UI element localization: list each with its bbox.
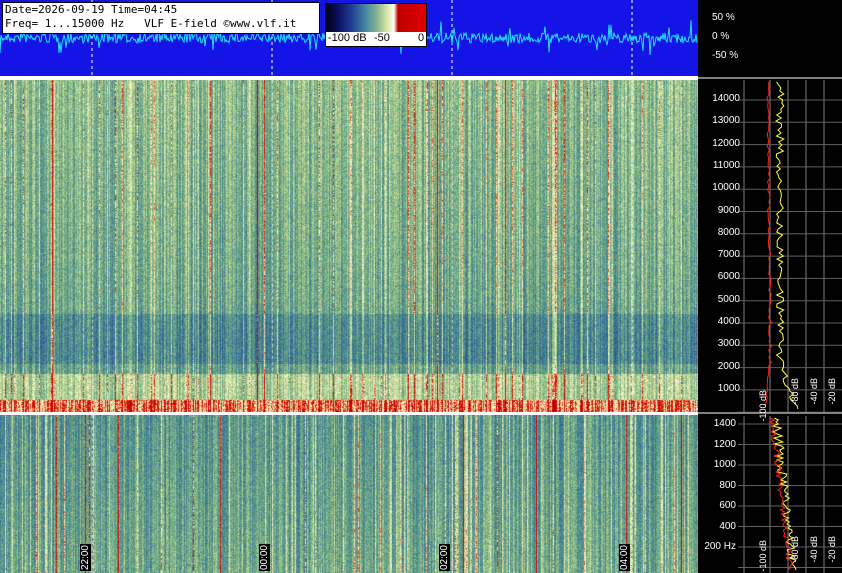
freq-tick-label: 8000 xyxy=(717,226,740,238)
db-label: -20 dB xyxy=(827,536,837,563)
freq-tick-label: 2000 xyxy=(717,360,740,372)
time-mark: 22:00 xyxy=(80,544,91,572)
time-mark: 00:00 xyxy=(259,544,270,572)
date-time-text: Date=2026-09-19 Time=04:45 xyxy=(5,3,178,16)
freq-tick-label: 1400 xyxy=(713,418,736,429)
db-label: -100 dB xyxy=(758,540,768,572)
db-label: -80 dB xyxy=(790,378,800,405)
freq-tick-label: 4000 xyxy=(717,316,740,327)
db-label: -20 dB xyxy=(827,378,837,405)
waveform-scale-50: 50 % xyxy=(712,12,735,23)
colorbar-legend: -100 dB -50 0 xyxy=(325,3,427,47)
freq-tick-label: 9000 xyxy=(717,204,740,216)
freq-tick-label: 12000 xyxy=(712,137,740,149)
db-label: -80 dB xyxy=(790,536,800,563)
db-label: -100 dB xyxy=(758,390,768,422)
time-mark: 04:00 xyxy=(619,544,630,572)
db-label: -40 dB xyxy=(809,378,819,405)
freq-tick-label: 400 xyxy=(719,520,736,532)
freq-tick-label: 1200 xyxy=(713,438,736,450)
spectrogram-full-band xyxy=(0,80,698,413)
freq-tick-label: 200 Hz xyxy=(704,541,736,552)
waveform-scale-minus50: -50 % xyxy=(712,50,739,61)
spectrogram-low-band xyxy=(0,415,698,573)
freq-tick-label: 6000 xyxy=(717,271,740,283)
freq-tick-label: 5000 xyxy=(717,293,740,305)
colorbar-label-mid: -50 xyxy=(374,32,390,44)
freq-tick-label: 10000 xyxy=(712,182,740,194)
db-label: -40 dB xyxy=(809,536,819,563)
time-mark: 02:00 xyxy=(439,544,450,572)
colorbar-label-max: 0 xyxy=(418,32,425,44)
colorbar-label-min: -100 dB xyxy=(328,32,367,44)
freq-tick-label: 14000 xyxy=(712,93,740,104)
freq-tick-label: 3000 xyxy=(717,338,740,350)
freq-tick-label: 600 xyxy=(719,500,736,511)
info-box: Date=2026-09-19 Time=04:45 Freq= 1...150… xyxy=(2,2,320,34)
freq-tick-label: 13000 xyxy=(712,115,740,127)
freq-tick-label: 1000 xyxy=(717,382,740,394)
waveform-strip: Date=2026-09-19 Time=04:45 Freq= 1...150… xyxy=(0,0,698,76)
waveform-scale-0: 0 % xyxy=(712,31,730,42)
freq-tick-label: 800 xyxy=(719,479,736,491)
freq-tick-label: 7000 xyxy=(717,249,740,261)
freq-text: Freq= 1...15000 Hz VLF E-field ©www.vlf.… xyxy=(5,17,297,30)
freq-tick-label: 11000 xyxy=(712,159,740,171)
right-side-panel: 50 % 0 % -50 % 14000 13000 12000 11000 10000… xyxy=(698,0,842,573)
colorbar-gradient xyxy=(326,4,426,32)
vlf-spectrogram-window: Date=2026-09-19 Time=04:45 Freq= 1...150… xyxy=(0,0,842,573)
freq-tick-label: 1000 xyxy=(713,459,736,470)
